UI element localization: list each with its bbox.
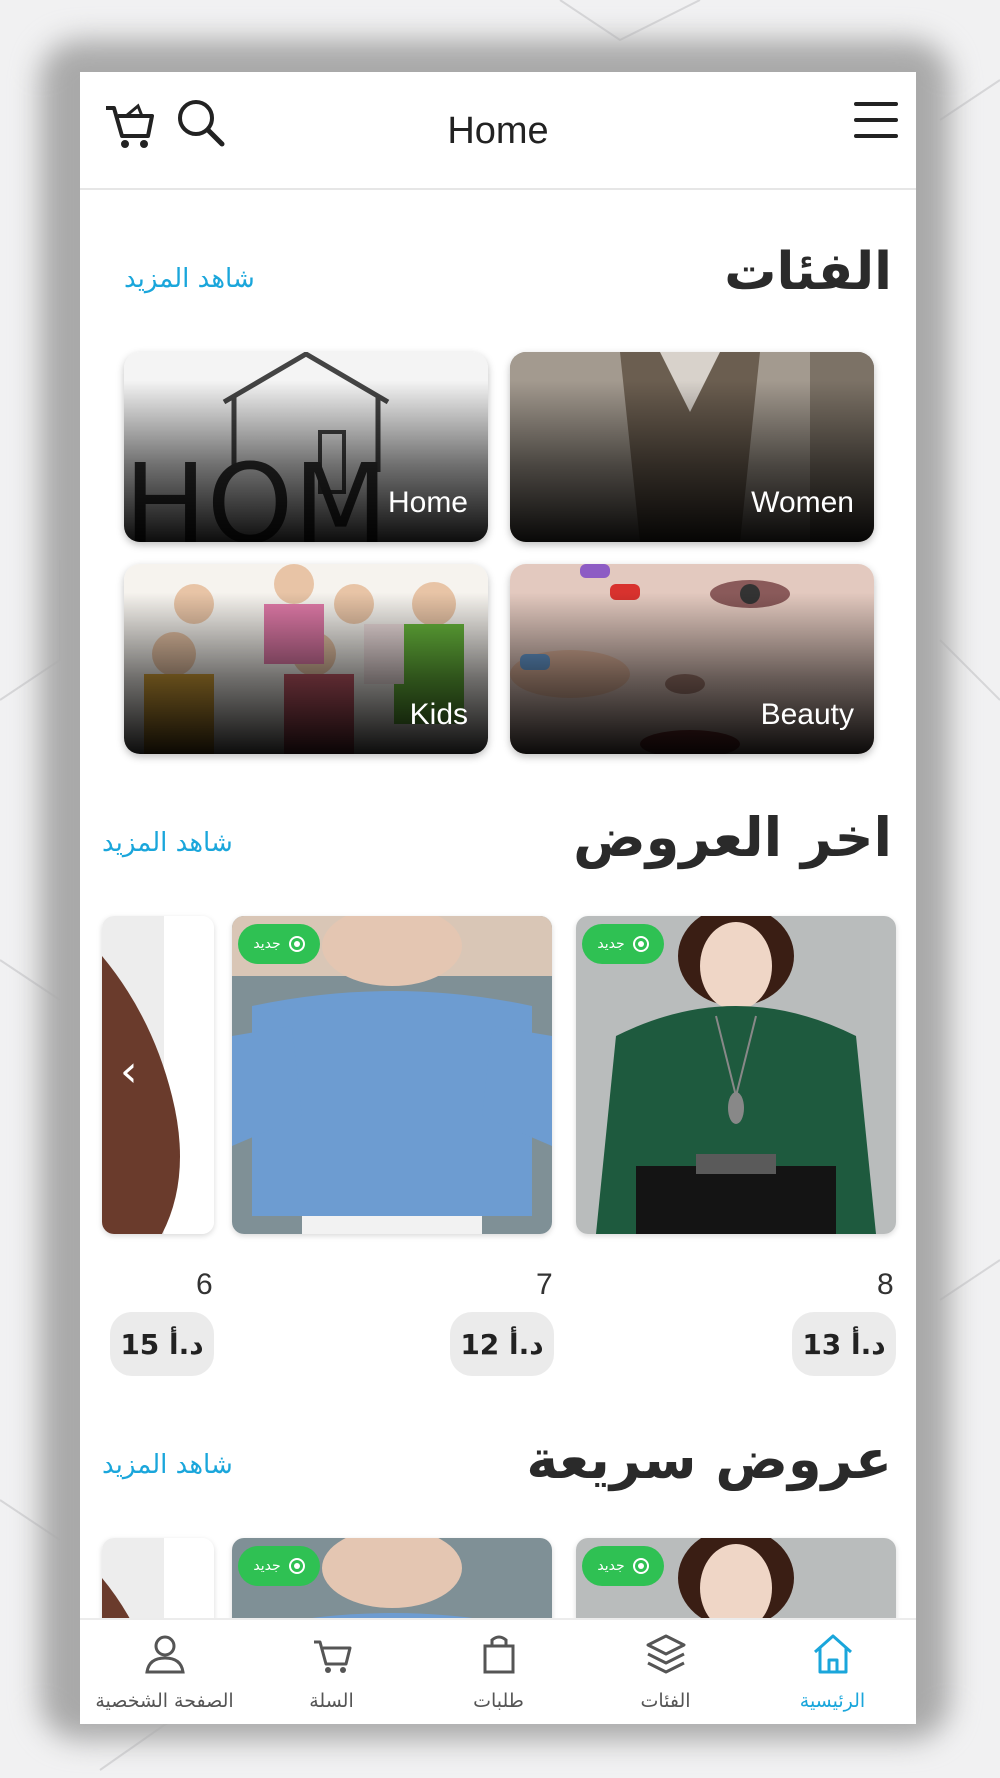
category-label: Women (751, 486, 854, 519)
product-name: 8 (877, 1268, 894, 1301)
nav-label: الرئيسية (799, 1690, 866, 1712)
category-tile-beauty[interactable]: Beauty (510, 564, 874, 754)
quick-offers-see-more-link[interactable]: شاهد المزيد (102, 1450, 233, 1480)
radio-dot-icon (632, 936, 649, 952)
badge-label: جديد (597, 936, 625, 952)
layers-icon (646, 1634, 685, 1674)
category-label: Home (387, 486, 468, 519)
nav-label: السلة (309, 1690, 354, 1712)
radio-dot-icon (288, 936, 305, 952)
new-badge: جديد (238, 1546, 320, 1586)
radio-dot-icon (288, 1558, 305, 1574)
category-label: Beauty (760, 698, 854, 731)
categories-see-more-link[interactable]: شاهد المزيد (124, 264, 255, 294)
product-name: 7 (536, 1268, 553, 1301)
shopping-bag-icon (483, 1635, 514, 1674)
product-card-6[interactable]: ‹ (102, 916, 214, 1234)
page-title: Home (447, 110, 549, 152)
price-badge: 12 د.أ (450, 1312, 554, 1376)
chevron-left-icon[interactable]: ‹ (120, 1046, 138, 1097)
categories-title: الفئات (724, 242, 892, 302)
quick-offers-title: عروض سريعة (526, 1428, 892, 1491)
product-name: 6 (196, 1268, 213, 1301)
cart-icon (313, 1640, 351, 1673)
category-tile-kids[interactable]: Kids (124, 564, 488, 754)
nav-item-cart[interactable]: السلة (248, 1620, 415, 1724)
nav-label: طلبات (473, 1690, 524, 1712)
category-tile-women[interactable]: Women (510, 352, 874, 542)
nav-item-orders[interactable]: طلبات (415, 1620, 582, 1724)
new-badge: جديد (582, 924, 664, 964)
latest-offers-see-more-link[interactable]: شاهد المزيد (102, 828, 233, 858)
home-icon (813, 1634, 852, 1674)
product-card-7[interactable]: جديد (232, 916, 552, 1234)
product-image (102, 916, 214, 1234)
user-icon (144, 1635, 185, 1674)
menu-icon[interactable] (854, 100, 898, 140)
category-label: Kids (409, 698, 468, 731)
price-badge: 13 د.أ (792, 1312, 896, 1376)
radio-dot-icon (632, 1558, 649, 1574)
nav-item-profile[interactable]: الصفحة الشخصية (81, 1620, 248, 1724)
new-badge: جديد (582, 1546, 664, 1586)
nav-item-home[interactable]: الرئيسية (749, 1620, 916, 1724)
bottom-navigation: الرئيسية الفئات طلبات السلة الصفحة الشخص… (80, 1618, 916, 1724)
nav-label: الفئات (640, 1690, 691, 1712)
new-badge: جديد (238, 924, 320, 964)
badge-label: جديد (253, 1558, 281, 1574)
product-card-8[interactable]: جديد (576, 916, 896, 1234)
nav-label: الصفحة الشخصية (95, 1690, 234, 1712)
price-badge: 15 د.أ (110, 1312, 214, 1376)
app-screen: Home الفئات شاهد المزيد Women HOM Home (80, 72, 916, 1724)
category-tile-home[interactable]: HOM Home (124, 352, 488, 542)
latest-offers-title: اخر العروض (573, 806, 892, 869)
badge-label: جديد (597, 1558, 625, 1574)
badge-label: جديد (253, 936, 281, 952)
app-bar: Home (80, 72, 916, 190)
nav-item-categories[interactable]: الفئات (582, 1620, 749, 1724)
